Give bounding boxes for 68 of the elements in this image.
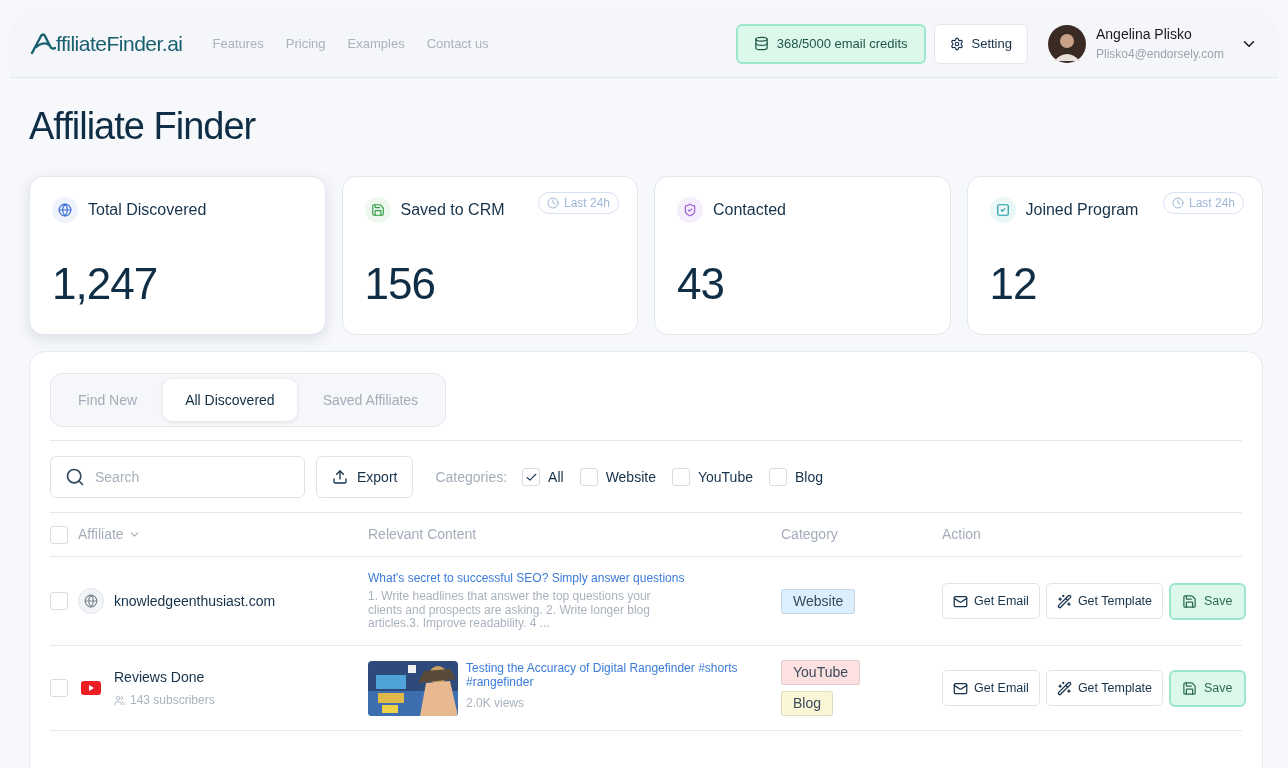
mail-icon <box>953 593 968 609</box>
column-header: Category <box>781 525 839 544</box>
stat-value: 156 <box>364 259 436 309</box>
logo-text: ffiliateFinder.ai <box>56 30 183 57</box>
content-link[interactable]: What's secret to successful SEO? Simply answer questions <box>368 571 685 586</box>
checkbox[interactable] <box>50 592 68 610</box>
save-icon <box>1182 593 1197 609</box>
stat-value: 12 <box>989 259 1038 309</box>
user-email: Plisko4@endorsely.com <box>1096 46 1224 63</box>
save-icon <box>364 197 391 223</box>
checkbox[interactable] <box>522 468 541 486</box>
affiliate-name[interactable]: Reviews Done <box>114 667 215 688</box>
check-icon <box>989 197 1016 223</box>
save-button[interactable]: Save <box>1169 669 1246 707</box>
magic-wand-icon <box>1056 680 1072 696</box>
search-field[interactable]: Search <box>50 456 305 498</box>
content-link[interactable]: Testing the Accuracy of Digital Rangefinder #shorts #rangefinder <box>466 660 741 689</box>
view-count: 2.0K views <box>466 694 526 712</box>
user-name: Angelina Plisko <box>1096 25 1193 44</box>
checkbox[interactable] <box>671 468 690 486</box>
category-option[interactable]: Blog <box>794 466 823 488</box>
category-tag: YouTube <box>781 660 860 685</box>
logo-icon <box>30 32 56 55</box>
checkbox[interactable] <box>579 468 598 486</box>
mail-icon <box>953 680 968 696</box>
upload-icon <box>332 469 348 485</box>
magic-wand-icon <box>1056 593 1072 609</box>
column-header: Relevant Content <box>368 525 478 544</box>
tab[interactable]: All Discovered <box>163 379 297 421</box>
stat-label: Total Discovered <box>88 200 207 220</box>
stat-label: Saved to CRM <box>400 200 505 220</box>
avatar <box>1048 24 1086 63</box>
category-option[interactable]: All <box>548 466 564 488</box>
credits-button[interactable]: 368/5000 email credits <box>735 23 926 64</box>
get-template-button[interactable]: Get Template <box>1045 583 1163 619</box>
get-email-button[interactable]: Get Email <box>942 583 1040 619</box>
checkbox[interactable] <box>50 679 68 697</box>
page-title: Affiliate Finder <box>29 104 257 148</box>
save-button[interactable]: Save <box>1169 582 1246 620</box>
get-template-button[interactable]: Get Template <box>1045 670 1163 706</box>
checkbox[interactable] <box>768 468 787 486</box>
categories-label: Categories: <box>435 467 508 487</box>
affiliate-name[interactable]: knowledgeenthusiast.com <box>114 590 276 612</box>
stat-value: 43 <box>677 259 725 309</box>
checkbox[interactable] <box>50 525 68 544</box>
category-option[interactable]: YouTube <box>697 466 753 488</box>
search-icon <box>65 467 85 487</box>
database-icon <box>753 36 769 51</box>
stat-label: Joined Program <box>1025 200 1139 220</box>
category-tag: Blog <box>781 691 834 716</box>
contact-icon <box>677 197 703 223</box>
save-icon <box>1182 680 1197 696</box>
search-input[interactable]: Search <box>95 466 275 488</box>
globe-icon <box>78 588 104 614</box>
get-email-button[interactable]: Get Email <box>942 670 1040 706</box>
stat-value: 1,247 <box>52 259 159 309</box>
export-button[interactable]: Export <box>316 456 414 498</box>
users-icon <box>114 694 125 706</box>
play-icon <box>81 681 101 695</box>
category-tag: Website <box>781 588 856 614</box>
column-header: Action <box>942 525 982 544</box>
category-option[interactable]: Website <box>605 466 656 488</box>
settings-icon <box>949 36 964 51</box>
setting-button[interactable]: Setting <box>933 23 1028 64</box>
content-snippet: 1. Write headlines that answer the top questions your clients and prospects are asking. 2. Write longer blog articles.3. Improve readability. 4 ... <box>368 590 652 631</box>
subscriber-count: 143 subscribers <box>130 692 215 709</box>
globe-icon <box>52 197 78 223</box>
stat-label: Contacted <box>713 200 786 220</box>
